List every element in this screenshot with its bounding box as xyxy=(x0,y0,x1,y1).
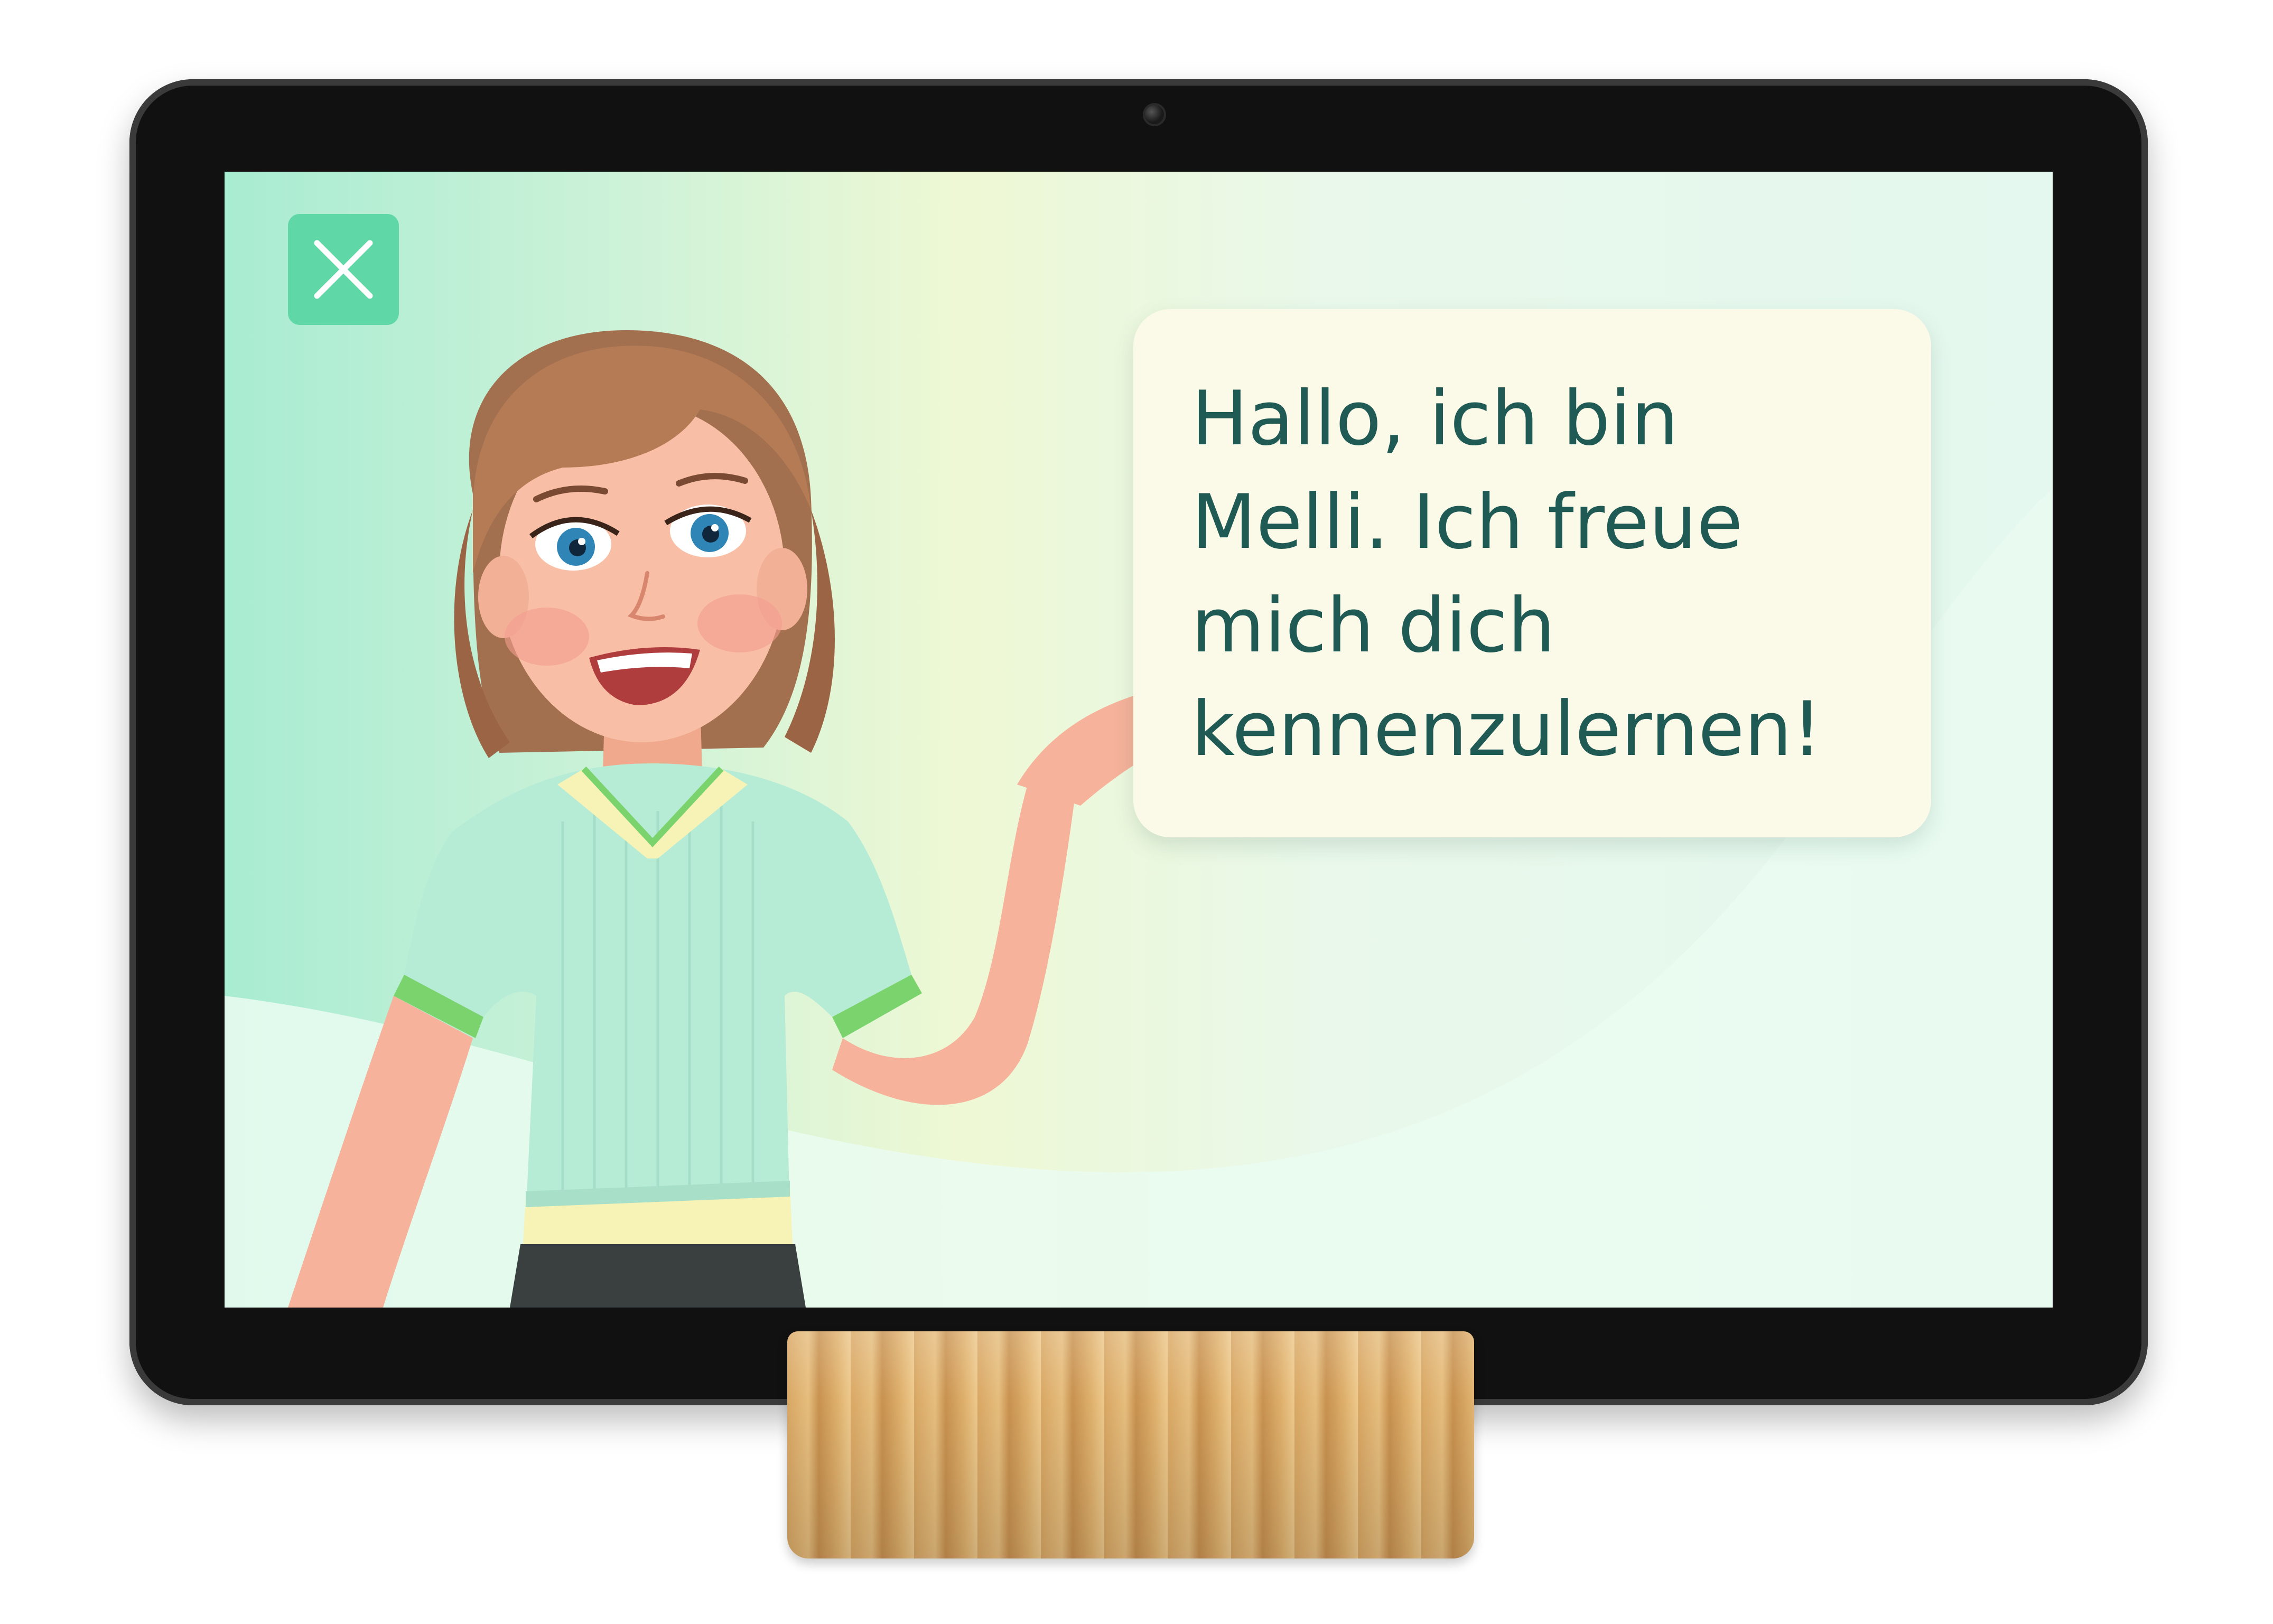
speech-text: Hallo, ich bin Melli. Ich freue mich dic… xyxy=(1191,375,1822,773)
product-photo: Hallo, ich bin Melli. Ich freue mich dic… xyxy=(0,0,2273,1624)
tablet-device: Hallo, ich bin Melli. Ich freue mich dic… xyxy=(129,79,2148,1405)
stand-shading xyxy=(787,1331,1474,1558)
bamboo-stand xyxy=(787,1331,1474,1558)
camera-icon xyxy=(1143,103,1166,126)
speech-bubble: Hallo, ich bin Melli. Ich freue mich dic… xyxy=(1133,309,1931,837)
app-screen: Hallo, ich bin Melli. Ich freue mich dic… xyxy=(225,172,2053,1308)
